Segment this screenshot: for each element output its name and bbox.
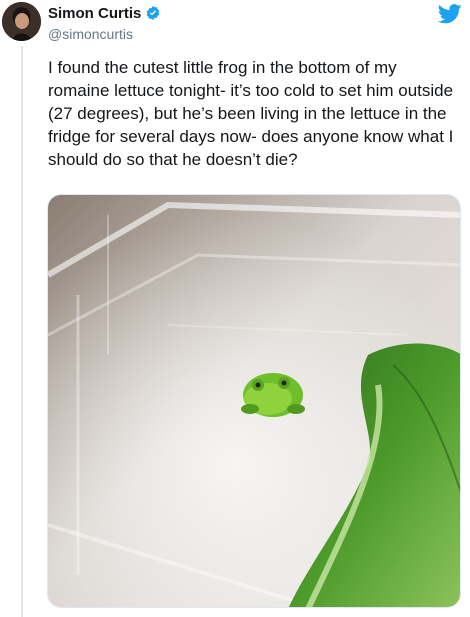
thread-line — [21, 46, 23, 617]
frog-in-lettuce-container-image — [48, 195, 460, 607]
user-handle[interactable]: @simoncurtis — [48, 26, 161, 42]
display-name[interactable]: Simon Curtis — [48, 5, 141, 22]
tweet-text: I found the cutest little frog in the bo… — [48, 58, 454, 169]
tweet-photo[interactable] — [47, 194, 461, 608]
tweet-header: Simon Curtis @simoncurtis — [48, 4, 161, 42]
verified-badge-icon — [145, 5, 161, 21]
twitter-bird-icon[interactable] — [437, 4, 462, 24]
avatar[interactable] — [2, 2, 41, 41]
